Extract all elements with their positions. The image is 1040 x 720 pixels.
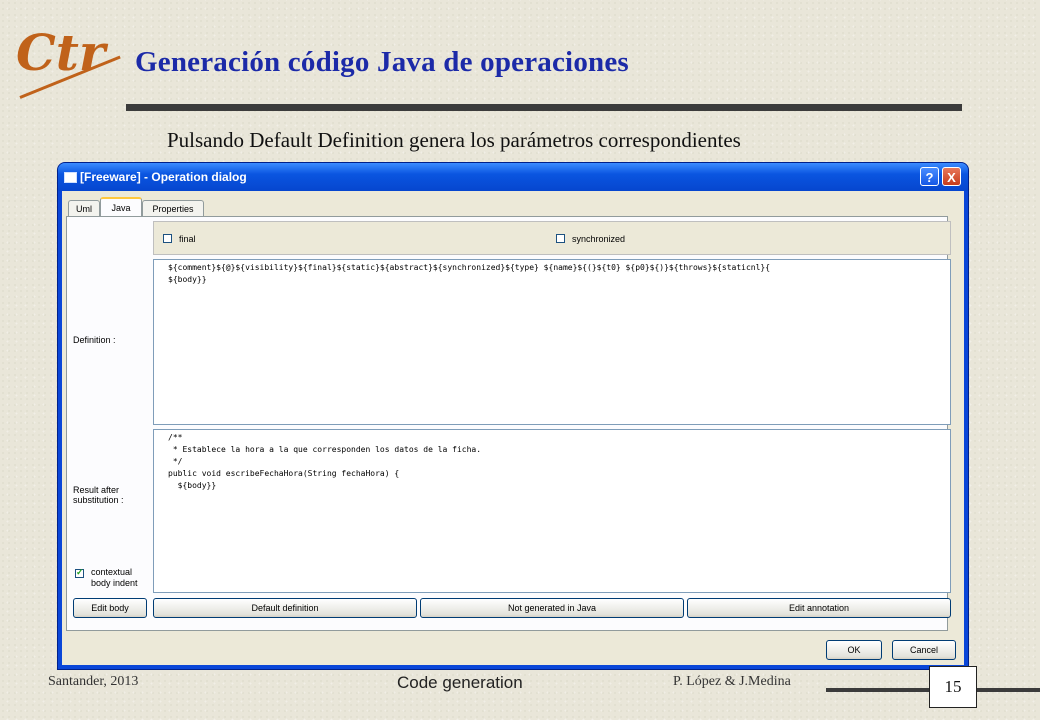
result-label-line: Result after — [73, 485, 120, 495]
result-line: ${body}} — [168, 481, 217, 490]
result-label-line: substitution : — [73, 495, 124, 505]
not-generated-button[interactable]: Not generated in Java — [420, 598, 684, 618]
contextual-label-line: body indent — [91, 578, 138, 588]
result-line: /** — [168, 433, 183, 442]
ctr-logo: Ctr — [16, 23, 109, 82]
title-rule — [126, 104, 962, 111]
edit-annotation-button[interactable]: Edit annotation — [687, 598, 951, 618]
java-tab-panel: final synchronized Definition : ${commen… — [66, 216, 951, 631]
dialog-title: [Freeware] - Operation dialog — [80, 170, 247, 184]
operation-dialog: [Freeware] - Operation dialog ? X Uml Ja… — [58, 163, 968, 669]
result-label: Result after substitution : — [73, 485, 124, 505]
window-icon — [64, 172, 77, 183]
definition-editor[interactable]: ${comment}${@}${visibility}${final}${sta… — [153, 259, 951, 425]
dialog-client-area: Uml Java Properties final synchronized D… — [62, 191, 964, 665]
definition-line: ${comment}${@}${visibility}${final}${sta… — [168, 263, 771, 272]
modifier-options: final synchronized — [153, 221, 951, 255]
ok-button[interactable]: OK — [826, 640, 882, 660]
default-definition-button[interactable]: Default definition — [153, 598, 417, 618]
definition-line: ${body}} — [168, 275, 207, 284]
footer-location: Santander, 2013 — [48, 674, 139, 689]
page-number: 15 — [929, 666, 977, 708]
result-preview[interactable]: /** * Establece la hora a la que corresp… — [153, 429, 951, 593]
definition-label: Definition : — [73, 335, 116, 345]
tab-java[interactable]: Java — [100, 197, 142, 218]
close-button[interactable]: X — [942, 167, 961, 186]
synchronized-label: synchronized — [572, 234, 626, 244]
contextual-indent-label: contextual body indent — [91, 567, 138, 589]
result-line: * Establece la hora a la que corresponde… — [168, 445, 482, 454]
footer-authors: P. López & J.Medina — [673, 674, 791, 689]
contextual-label-line: contextual — [91, 567, 133, 577]
footer-topic: Code generation — [397, 673, 523, 692]
edit-body-button[interactable]: Edit body — [73, 598, 147, 618]
help-button[interactable]: ? — [920, 167, 939, 186]
result-line: public void escribeFechaHora(String fech… — [168, 469, 400, 478]
cancel-button[interactable]: Cancel — [892, 640, 956, 660]
contextual-indent-checkbox[interactable] — [75, 567, 84, 578]
final-label: final — [179, 234, 196, 244]
final-checkbox[interactable] — [163, 234, 172, 243]
tab-uml[interactable]: Uml — [68, 200, 100, 217]
slide-subtitle: Pulsando Default Definition genera los p… — [167, 128, 741, 152]
result-line: */ — [168, 457, 183, 466]
synchronized-checkbox[interactable] — [556, 234, 565, 243]
dialog-titlebar[interactable]: [Freeware] - Operation dialog ? X — [58, 163, 968, 191]
logo-text: Ctr — [16, 23, 109, 82]
tab-properties[interactable]: Properties — [142, 200, 204, 217]
slide-title: Generación código Java de operaciones — [135, 46, 629, 78]
